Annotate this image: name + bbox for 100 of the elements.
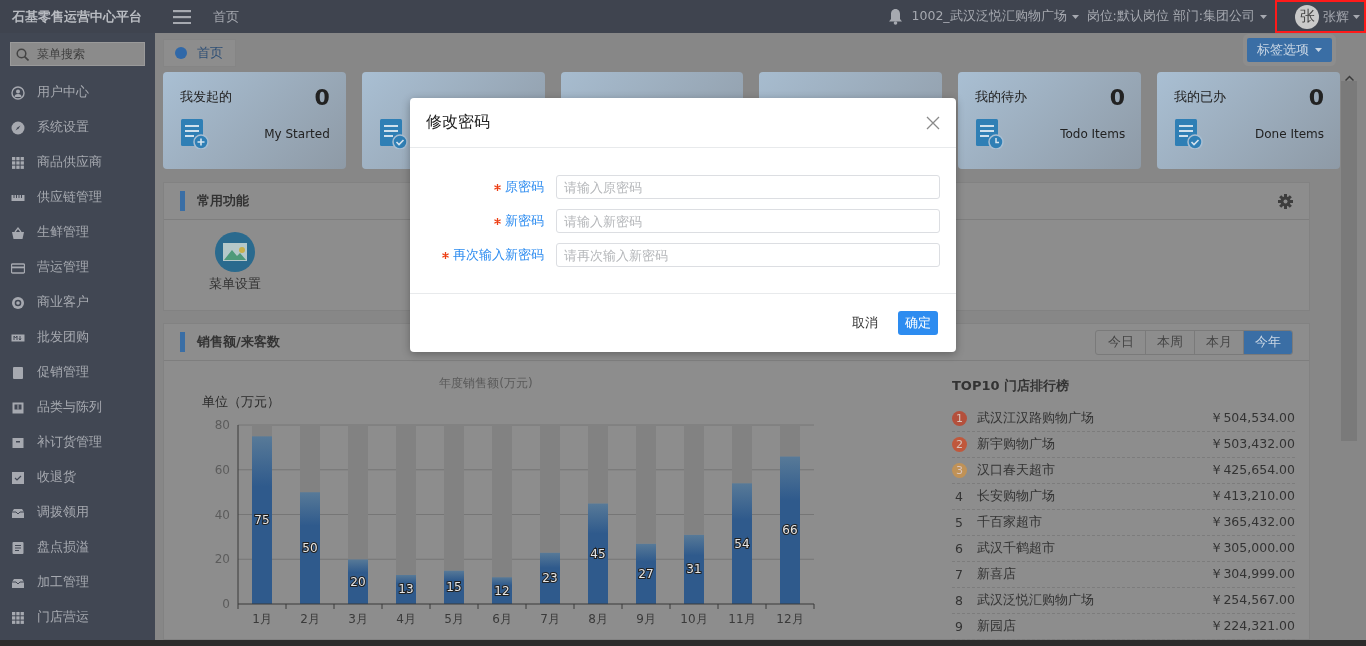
accent-bar: [180, 191, 185, 211]
card-icon: [11, 260, 25, 275]
bar-value-label: 20: [350, 574, 366, 589]
confirm-button[interactable]: 确定: [898, 311, 938, 335]
rank-badge: 3: [952, 463, 967, 478]
cancel-button[interactable]: 取消: [848, 310, 882, 336]
close-icon: [926, 115, 940, 130]
rank-number: 7: [954, 567, 964, 582]
bar-value-label: 15: [446, 580, 462, 595]
box-icon: [11, 365, 25, 380]
nav-link[interactable]: 首页: [213, 7, 239, 26]
settings-button[interactable]: [1278, 193, 1293, 209]
bar-value-label: 50: [302, 541, 318, 556]
bar-value-label: 13: [398, 582, 414, 597]
sales-amount: ￥304,999.00: [1210, 566, 1295, 583]
bar-value-label: 23: [542, 571, 558, 586]
sidebar-item[interactable]: 收退货: [0, 460, 155, 495]
card-count: 0: [1109, 84, 1126, 110]
field-label: 新密码: [505, 212, 544, 230]
sidebar-item[interactable]: 系统设置: [0, 110, 155, 145]
rank-number: 6: [954, 541, 964, 556]
rank-number: 5: [954, 515, 964, 530]
bar-value-label: 54: [734, 536, 750, 551]
bar-value-label: 12: [494, 583, 510, 598]
card-count: 0: [1308, 84, 1324, 110]
card-subtitle: Done Items: [1255, 126, 1324, 141]
sales-amount: ￥365,432.00: [1210, 514, 1295, 531]
document-clock-icon: [975, 118, 1005, 149]
card-title: 我发起的: [180, 88, 232, 106]
password-field[interactable]: 请再次输入新密码: [556, 243, 940, 267]
caret-icon: [1260, 14, 1267, 19]
role-selector[interactable]: 岗位:默认岗位 部门:集团公司: [1086, 8, 1255, 25]
password-field[interactable]: 请输入新密码: [556, 209, 940, 233]
store-name: 长安购物广场: [977, 488, 1056, 505]
sidebar-item[interactable]: 促销管理: [0, 355, 155, 390]
stat-card[interactable]: 我发起的 0 My Started: [163, 72, 346, 169]
bar-value-label: 75: [254, 513, 270, 528]
settings-icon: [1278, 193, 1293, 209]
store-selector[interactable]: 1002_武汉泛悦汇购物广场: [911, 8, 1067, 25]
axis-tick-label: 3月: [348, 612, 368, 626]
store-name: 武汉江汉路购物广场: [977, 410, 1095, 427]
sidebar-item[interactable]: 盘点损溢: [0, 530, 155, 565]
axis-tick-label: 9月: [636, 612, 656, 626]
rank-number: 8: [954, 593, 964, 608]
sales-amount: ￥254,567.00: [1210, 592, 1295, 609]
document-icon: [11, 540, 25, 555]
document-plus-icon: [180, 118, 209, 149]
picture-icon: [215, 232, 255, 272]
target-icon: [11, 295, 25, 310]
sidebar-item[interactable]: 商品供应商: [0, 145, 155, 180]
axis-label: 单位（万元）: [202, 394, 280, 409]
sales-amount: ￥425,654.00: [1210, 462, 1295, 479]
close-button[interactable]: [926, 115, 940, 130]
scroll-up-icon: [1344, 75, 1354, 81]
stat-card[interactable]: 我的待办 0 Todo Items: [958, 72, 1142, 169]
axis-tick-label: 1月: [252, 612, 272, 626]
card-title: 我的已办: [1174, 88, 1227, 106]
sidebar-item[interactable]: 供应链管理: [0, 180, 155, 215]
sidebar-item[interactable]: 品类与陈列: [0, 390, 155, 425]
panel-title: 常用功能: [197, 192, 249, 210]
list-title: TOP10 门店排行榜: [952, 377, 1070, 395]
bar-value-label: 27: [638, 566, 654, 581]
menu-icon: [173, 9, 191, 24]
password-field[interactable]: 请输入原密码: [556, 175, 940, 199]
sidebar-item[interactable]: 门店营运: [0, 600, 155, 635]
sidebar-item[interactable]: 营运管理: [0, 250, 155, 285]
bell-icon: [887, 8, 903, 25]
store-name: 新园店: [977, 618, 1017, 635]
search-field[interactable]: 菜单搜索: [10, 42, 145, 66]
avatar[interactable]: 张: [1295, 4, 1319, 29]
tab[interactable]: 首页: [163, 39, 236, 67]
rank-badge: 1: [952, 411, 967, 426]
app-title: 石基零售运营中心平台: [11, 7, 143, 26]
card-subtitle: My Started: [264, 126, 330, 141]
axis-tick-label: 6月: [492, 612, 512, 626]
period-tab[interactable]: 本周: [1145, 330, 1194, 354]
sidebar-item[interactable]: 调拨领用: [0, 495, 155, 530]
user-name[interactable]: 张辉: [1323, 7, 1349, 26]
sidebar-item[interactable]: 批发团购: [0, 320, 155, 355]
period-tab[interactable]: 今年: [1243, 330, 1292, 354]
menu-button[interactable]: [173, 9, 191, 24]
axis-tick-label: 7月: [540, 612, 560, 626]
sidebar-item[interactable]: 商业客户: [0, 285, 155, 320]
field-label: 原密码: [505, 178, 544, 196]
sidebar-item[interactable]: 用户中心: [0, 75, 155, 110]
stat-card[interactable]: 我的已办 0 Done Items: [1157, 72, 1340, 169]
cabinet-icon: [11, 400, 25, 415]
store-name: 武汉泛悦汇购物广场: [977, 592, 1095, 609]
sidebar-item[interactable]: 生鲜管理: [0, 215, 155, 250]
store-name: 千百家超市: [977, 514, 1043, 531]
caret-icon: [1315, 48, 1322, 52]
grid-icon: [11, 610, 25, 625]
sidebar-item[interactable]: 加工管理: [0, 565, 155, 600]
axis-tick-label: 4月: [396, 612, 416, 626]
store-name: 武汉千鹤超市: [977, 540, 1056, 557]
axis-tick-label: 2月: [300, 612, 320, 626]
period-tab[interactable]: 今日: [1096, 330, 1145, 354]
card-count: 0: [314, 84, 330, 110]
shortcut-item[interactable]: 菜单设置: [209, 232, 261, 293]
sidebar-item[interactable]: 补订货管理: [0, 425, 155, 460]
